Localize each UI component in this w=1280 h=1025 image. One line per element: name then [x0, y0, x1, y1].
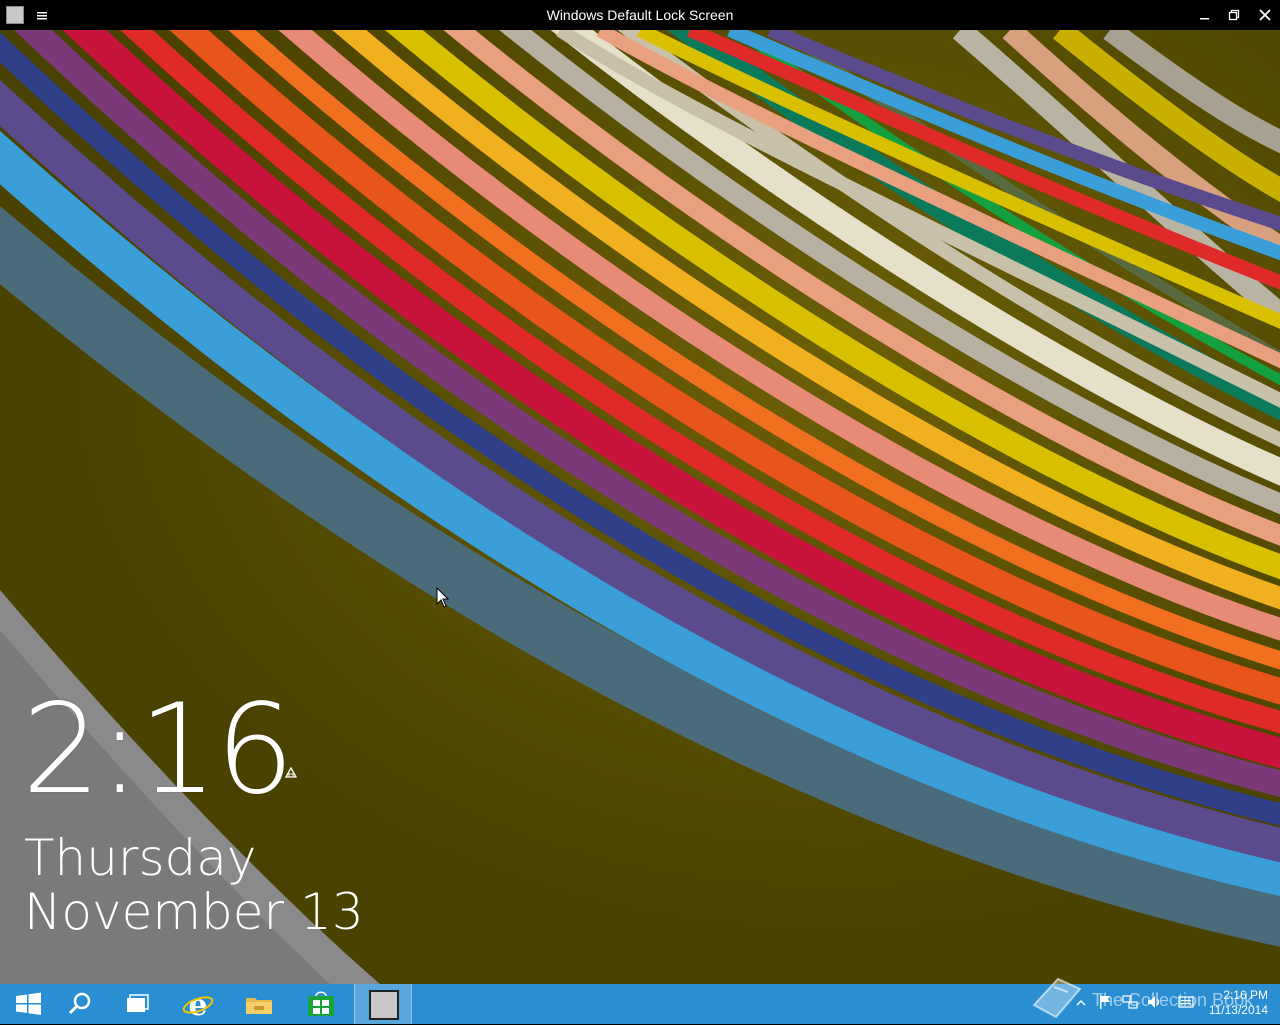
task-view-icon	[127, 994, 149, 1012]
start-icon	[16, 992, 41, 1015]
mouse-cursor-icon	[436, 586, 450, 609]
lock-screen-app-icon	[369, 990, 399, 1020]
minimize-button[interactable]	[1190, 0, 1220, 30]
internet-explorer-button[interactable]: e	[168, 984, 226, 1024]
lock-screen[interactable]: 2:16 Thursday November 13	[0, 30, 1280, 984]
restore-button[interactable]	[1219, 0, 1249, 30]
watermark-book-icon	[1028, 975, 1086, 1021]
start-button[interactable]	[0, 984, 58, 1024]
store-button[interactable]	[292, 984, 350, 1024]
notification-status-icon	[283, 765, 299, 781]
taskbar: e 2:16 PM 11/13/2014	[0, 984, 1280, 1024]
search-icon	[68, 992, 91, 1015]
window-title: Windows Default Lock Screen	[546, 7, 734, 23]
svg-text:e: e	[188, 990, 207, 1020]
close-button[interactable]	[1250, 0, 1280, 30]
watermark-text: The Collection Book	[1092, 990, 1254, 1010]
internet-explorer-icon: e	[182, 990, 214, 1020]
search-button[interactable]	[51, 984, 109, 1024]
lock-screen-time: 2:16	[22, 678, 294, 822]
lock-screen-day: Thursday	[24, 829, 257, 887]
file-explorer-icon	[246, 998, 272, 1014]
store-icon	[308, 991, 334, 1016]
title-bar: Windows Default Lock Screen	[0, 0, 1280, 30]
task-view-button[interactable]	[108, 984, 166, 1024]
lock-screen-app-button[interactable]	[354, 984, 412, 1024]
lock-screen-date: November 13	[24, 883, 364, 941]
file-explorer-button[interactable]	[230, 984, 288, 1024]
